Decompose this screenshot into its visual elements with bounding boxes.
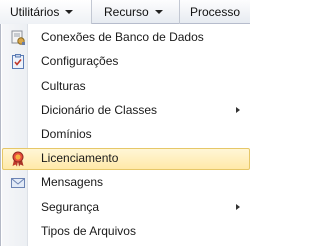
utilitarios-dropdown-menu: Conexões de Banco de Dados Configurações…	[0, 24, 250, 246]
menu-item-label: Configurações	[41, 54, 119, 68]
envelope-icon	[11, 178, 25, 188]
chevron-right-icon	[236, 107, 240, 113]
chevron-down-icon	[65, 10, 74, 14]
chevron-down-icon	[154, 10, 163, 14]
license-ribbon-icon	[12, 151, 24, 167]
menu-item-mensagens[interactable]: Mensagens	[2, 172, 250, 194]
menu-item-label: Dicionário de Classes	[41, 103, 158, 117]
menu-item-configuracoes[interactable]: Configurações	[2, 51, 250, 73]
menu-item-dicionario-classes[interactable]: Dicionário de Classes	[2, 100, 250, 122]
menu-item-seguranca[interactable]: Segurança	[2, 197, 250, 219]
database-connection-icon	[11, 30, 25, 45]
menu-item-label: Domínios	[41, 127, 92, 141]
menu-bar: Utilitários Recurso Processo	[0, 0, 250, 24]
menu-item-label: Tipos de Arquivos	[41, 224, 136, 238]
menu-item-culturas[interactable]: Culturas	[2, 76, 250, 98]
menu-item-dominios[interactable]: Domínios	[2, 124, 250, 146]
menubar-item-label: Recurso	[104, 5, 149, 19]
menu-item-label: Mensagens	[41, 175, 104, 189]
menu-item-label: Segurança	[41, 200, 100, 214]
menu-item-conexoes-banco-dados[interactable]: Conexões de Banco de Dados	[2, 27, 250, 49]
menubar-item-processo[interactable]: Processo	[180, 0, 252, 24]
menubar-item-label: Utilitários	[10, 5, 60, 19]
menubar-item-recurso[interactable]: Recurso	[92, 0, 180, 24]
menubar-item-label: Processo	[190, 5, 241, 19]
menu-item-licenciamento[interactable]: Licenciamento	[2, 148, 250, 170]
menu-item-label: Conexões de Banco de Dados	[41, 30, 204, 44]
chevron-right-icon	[236, 204, 240, 210]
menubar-item-utilitarios[interactable]: Utilitários	[0, 0, 92, 24]
menu-item-tipos-arquivos[interactable]: Tipos de Arquivos	[2, 221, 250, 243]
settings-checklist-icon	[12, 54, 24, 69]
menu-item-label: Culturas	[41, 79, 86, 93]
menu-item-label: Licenciamento	[41, 151, 119, 165]
